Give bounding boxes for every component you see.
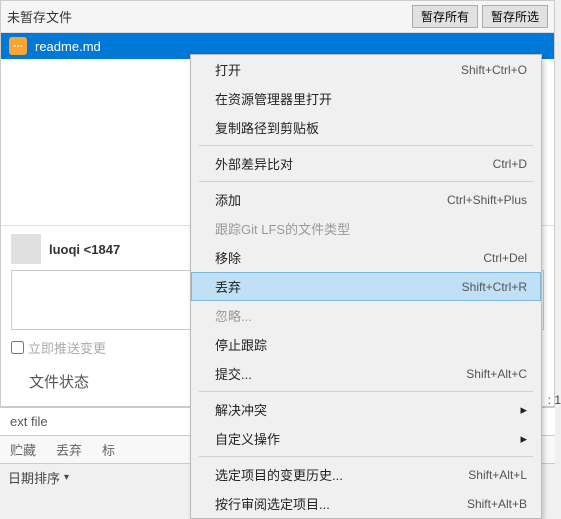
avatar xyxy=(11,234,41,264)
chevron-down-icon: ▾ xyxy=(64,472,69,483)
menu-track-lfs: 跟踪Git LFS的文件类型 xyxy=(191,214,541,243)
menu-discard[interactable]: 丢弃Shift+Ctrl+R xyxy=(191,272,541,301)
tab-discard[interactable]: 丢弃 xyxy=(56,440,82,459)
chevron-right-icon: ▸ xyxy=(520,402,527,418)
push-checkbox-label: 立即推送变更 xyxy=(28,338,106,357)
line-indicator: : 1 xyxy=(548,393,561,407)
ext-file-label: ext file xyxy=(10,414,48,429)
chevron-right-icon: ▸ xyxy=(520,431,527,447)
menu-separator xyxy=(199,181,533,182)
menu-copy-path[interactable]: 复制路径到剪贴板 xyxy=(191,113,541,142)
menu-ignore: 忽略... xyxy=(191,301,541,330)
menu-separator xyxy=(199,145,533,146)
menu-custom[interactable]: 自定义操作▸ xyxy=(191,424,541,453)
menu-open[interactable]: 打开Shift+Ctrl+O xyxy=(191,55,541,84)
menu-add[interactable]: 添加Ctrl+Shift+Plus xyxy=(191,185,541,214)
menu-stop-track[interactable]: 停止跟踪 xyxy=(191,330,541,359)
unstaged-title: 未暂存文件 xyxy=(7,7,408,26)
menu-open-explorer[interactable]: 在资源管理器里打开 xyxy=(191,84,541,113)
menu-remove[interactable]: 移除Ctrl+Del xyxy=(191,243,541,272)
push-checkbox[interactable] xyxy=(11,341,24,354)
stage-all-button[interactable]: 暂存所有 xyxy=(412,5,478,28)
file-name: readme.md xyxy=(35,39,101,54)
user-name: luoqi <1847 xyxy=(49,242,120,257)
menu-separator xyxy=(199,391,533,392)
unstaged-header: 未暂存文件 暂存所有 暂存所选 xyxy=(1,1,554,33)
menu-resolve[interactable]: 解决冲突▸ xyxy=(191,395,541,424)
tab-stash[interactable]: 贮藏 xyxy=(10,440,36,459)
menu-external-diff[interactable]: 外部差异比对Ctrl+D xyxy=(191,149,541,178)
modified-icon: ⋯ xyxy=(9,37,27,55)
menu-log-selected[interactable]: 选定项目的变更历史...Shift+Alt+L xyxy=(191,460,541,489)
menu-commit[interactable]: 提交...Shift+Alt+C xyxy=(191,359,541,388)
sort-label: 日期排序 xyxy=(8,468,60,487)
menu-separator xyxy=(199,456,533,457)
context-menu: 打开Shift+Ctrl+O 在资源管理器里打开 复制路径到剪贴板 外部差异比对… xyxy=(190,54,542,519)
stage-selected-button[interactable]: 暂存所选 xyxy=(482,5,548,28)
tab-tag[interactable]: 标 xyxy=(102,440,115,459)
